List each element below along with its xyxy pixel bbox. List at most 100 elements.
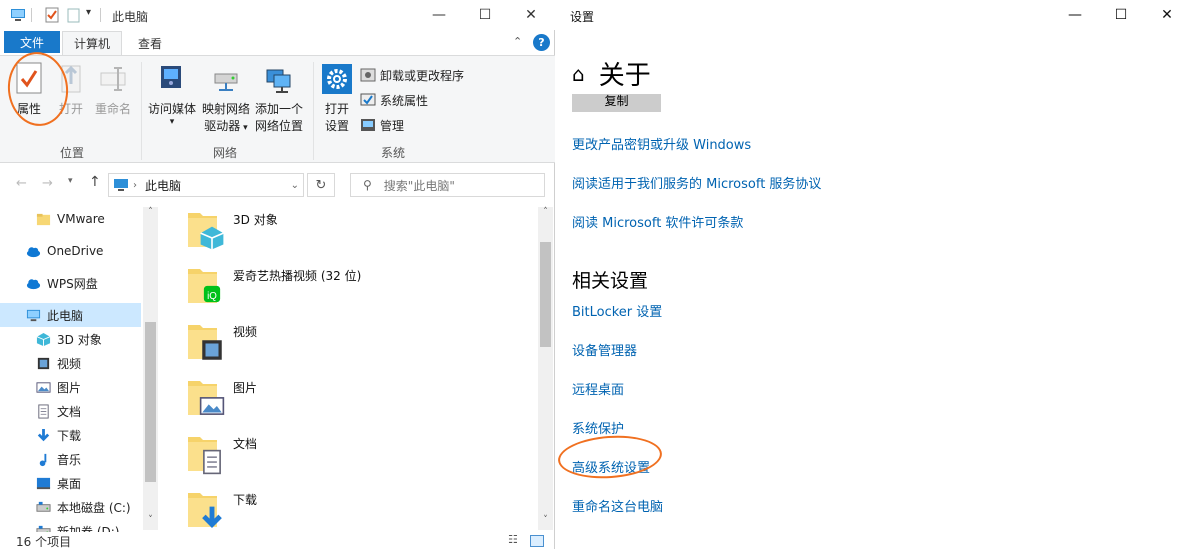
sidebar-scrollbar[interactable]: ˄ ˅ — [143, 207, 158, 530]
sidebar-item[interactable]: 音乐 — [0, 447, 141, 471]
sidebar-item[interactable]: 3D 对象 — [0, 327, 141, 351]
tab-computer[interactable]: 计算机 — [62, 31, 122, 55]
tab-file[interactable]: 文件 — [4, 31, 60, 53]
sidebar-item-label: 音乐 — [57, 452, 82, 467]
system-properties-button[interactable]: 系统属性 — [360, 90, 428, 110]
sidebar-item[interactable]: WPS网盘 — [0, 271, 141, 295]
music-icon — [36, 452, 51, 467]
new-folder-icon[interactable] — [66, 7, 82, 23]
back-arrow-icon[interactable]: ← — [16, 176, 27, 191]
group-label-network: 网络 — [212, 146, 237, 160]
network-drive-icon — [214, 73, 238, 91]
svg-text:iQ: iQ — [207, 291, 217, 302]
open-settings-button[interactable]: 打开 设置 — [318, 62, 356, 135]
chevron-right-icon: › — [133, 179, 137, 191]
scroll-thumb[interactable] — [540, 242, 551, 347]
computer-icon — [26, 308, 41, 323]
folder-item[interactable]: 3D 对象 — [185, 207, 525, 257]
rename-pc-link[interactable]: 重命名这台电脑 — [572, 496, 663, 515]
picture-icon — [199, 393, 225, 422]
system-protection-link[interactable]: 系统保护 — [572, 418, 624, 437]
up-arrow-icon[interactable]: ↑ — [89, 174, 101, 190]
scroll-down-icon[interactable]: ˅ — [143, 515, 158, 530]
sidebar-item[interactable]: 文档 — [0, 399, 141, 423]
folder-item[interactable]: iQ 爱奇艺热播视频 (32 位) — [185, 263, 525, 313]
chevron-down-icon[interactable]: ▾ — [68, 176, 73, 186]
refresh-icon: ↻ — [315, 177, 327, 193]
gear-icon — [322, 64, 352, 94]
device-manager-link[interactable]: 设备管理器 — [572, 340, 637, 359]
item-count: 16 个项目 — [16, 535, 72, 549]
sidebar-item[interactable]: 此电脑 — [0, 303, 141, 327]
download-icon — [199, 505, 225, 532]
sidebar-item[interactable]: 图片 — [0, 375, 141, 399]
scroll-up-icon[interactable]: ˄ — [143, 207, 158, 222]
close-button[interactable]: ✕ — [508, 0, 554, 30]
chevron-down-icon[interactable]: ▾ — [86, 7, 91, 18]
video-icon — [36, 356, 51, 371]
service-agreement-link[interactable]: 阅读适用于我们服务的 Microsoft 服务协议 — [572, 173, 821, 192]
open-button[interactable]: 打开 — [54, 62, 88, 118]
scroll-down-icon[interactable]: ˅ — [538, 515, 553, 530]
properties-button[interactable]: 属性 — [12, 62, 46, 118]
media-icon — [161, 66, 181, 88]
folder-item[interactable]: 图片 — [185, 375, 525, 425]
refresh-button[interactable]: ↻ — [307, 173, 335, 197]
maximize-button[interactable]: ☐ — [1098, 0, 1144, 30]
sidebar-item[interactable]: 桌面 — [0, 471, 141, 495]
change-product-key-link[interactable]: 更改产品密钥或升级 Windows — [572, 134, 751, 153]
sidebar-item[interactable]: 下载 — [0, 423, 141, 447]
content-scrollbar[interactable]: ˄ ˅ — [538, 207, 553, 530]
close-button[interactable]: ✕ — [1144, 0, 1184, 30]
ribbon: 属性 打开 重命名 位置 访问媒体 ▾ 映射网络 驱动器 ▾ 添加一个 网络位置… — [0, 55, 555, 163]
sidebar-item-label: 图片 — [57, 380, 82, 395]
folder-icon — [36, 212, 51, 227]
large-icons-view-icon[interactable] — [530, 535, 544, 547]
access-media-button[interactable]: 访问媒体 ▾ — [146, 62, 198, 127]
cloud-icon — [26, 276, 41, 291]
address-bar[interactable]: › 此电脑 ⌄ — [108, 173, 304, 197]
page-header: ⌂ 关于 — [572, 55, 651, 92]
remote-desktop-link[interactable]: 远程桌面 — [572, 379, 624, 398]
minimize-button[interactable]: — — [1052, 0, 1098, 30]
home-icon[interactable]: ⌂ — [572, 62, 585, 86]
properties-icon[interactable] — [44, 7, 60, 23]
sidebar-item[interactable]: 本地磁盘 (C:) — [0, 495, 141, 519]
uninstall-programs-button[interactable]: 卸载或更改程序 — [360, 65, 464, 85]
bitlocker-settings-link[interactable]: BitLocker 设置 — [572, 301, 662, 320]
add-network-location-button[interactable]: 添加一个 网络位置 — [252, 62, 306, 135]
picture-icon — [36, 380, 51, 395]
minimize-button[interactable]: — — [416, 0, 462, 30]
rename-button[interactable]: 重命名 — [92, 62, 134, 118]
folder-item[interactable]: 下载 — [185, 487, 525, 532]
forward-arrow-icon[interactable]: → — [42, 176, 53, 191]
collapse-ribbon-icon[interactable]: ⌃ — [513, 35, 522, 48]
sidebar-item-label: 新加卷 (D:) — [57, 524, 120, 533]
sidebar-item[interactable]: VMware — [0, 207, 141, 231]
advanced-system-settings-link[interactable]: 高级系统设置 — [572, 457, 650, 476]
tab-view[interactable]: 查看 — [128, 31, 172, 55]
status-bar: 16 个项目 ☷ — [0, 533, 555, 549]
navigation-pane: VMware OneDrive WPS网盘此电脑 3D 对象 视频图片文档 下载音乐桌面本… — [0, 205, 157, 532]
sidebar-item[interactable]: 视频 — [0, 351, 141, 375]
folder-item[interactable]: 视频 — [185, 319, 525, 369]
maximize-button[interactable]: ☐ — [462, 0, 508, 30]
details-view-icon[interactable]: ☷ — [508, 533, 518, 546]
folder-name: 视频 — [233, 325, 258, 339]
license-terms-link[interactable]: 阅读 Microsoft 软件许可条款 — [572, 212, 743, 231]
help-icon[interactable]: ? — [533, 34, 550, 51]
chevron-down-icon[interactable]: ⌄ — [291, 180, 299, 191]
copy-button[interactable]: 复制 — [572, 94, 661, 112]
folder-item[interactable]: 文档 — [185, 431, 525, 481]
video-icon — [199, 337, 225, 366]
sidebar-item-label: WPS网盘 — [47, 276, 98, 291]
group-label-system: 系统 — [380, 146, 405, 160]
folder-name: 下载 — [233, 493, 258, 507]
scroll-thumb[interactable] — [145, 322, 156, 482]
map-network-drive-button[interactable]: 映射网络 驱动器 ▾ — [200, 62, 252, 137]
sidebar-item[interactable]: 新加卷 (D:) — [0, 519, 141, 532]
sidebar-item[interactable]: OneDrive — [0, 239, 141, 263]
manage-button[interactable]: 管理 — [360, 115, 404, 135]
search-input[interactable]: ⚲ 搜索"此电脑" — [350, 173, 545, 197]
scroll-up-icon[interactable]: ˄ — [538, 207, 553, 222]
